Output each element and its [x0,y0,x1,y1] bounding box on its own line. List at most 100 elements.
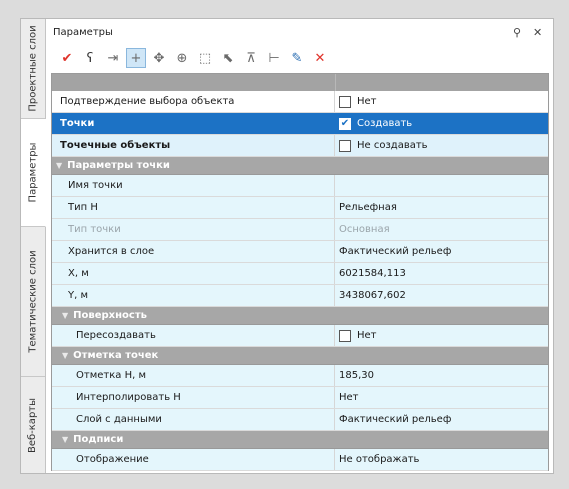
row-label-text: Отметка Н, м [76,370,146,381]
property-row[interactable]: Отметка Н, м 185,30 [52,365,548,387]
category-row[interactable]: ▼ Отметка точек [52,347,548,365]
property-row[interactable]: Хранится в слое Фактический рельеф [52,241,548,263]
value-text: Не создавать [357,140,428,151]
property-label: Пересоздавать [52,325,335,346]
property-label: X, м [52,263,335,284]
property-label: Отображение [52,449,335,470]
property-row[interactable]: Точечные объекты Не создавать [52,135,548,157]
property-row[interactable]: Тип Н Рельефная [52,197,548,219]
tab-parameters[interactable]: Параметры [21,119,46,227]
row-label-text: Интерполировать Н [76,392,181,403]
collapse-caret-icon[interactable]: ▼ [56,161,62,170]
checkbox[interactable] [339,139,351,152]
checked-checkbox[interactable]: ✔ [339,117,351,130]
align-icon[interactable]: ⊼ [241,48,261,68]
property-label: Имя точки [52,175,335,196]
property-value[interactable]: Нет [335,325,548,346]
property-grid-header [52,74,548,91]
row-label-text: Подписи [73,434,124,445]
accept-icon[interactable]: ✔ [57,48,77,68]
property-value[interactable]: Нет [335,91,548,112]
category-label: ▼ Поверхность [52,307,548,324]
property-row[interactable]: Y, м 3438067,602 [52,285,548,307]
checkbox[interactable] [339,329,351,342]
property-value[interactable]: ✔ Создавать [335,113,548,134]
row-label-text: Имя точки [68,180,123,191]
parameters-panel: Параметры ⚲ ✕ ✔ ʕ ⇥ + ✥ ⊕ ⬚ ⬉ ⊼ ⊢ ✎ ✕ Подтверждение… [51,19,549,473]
row-label-text: Подтверждение выбора объекта [60,96,235,107]
property-value[interactable]: 3438067,602 [335,285,548,306]
lasso-select-icon[interactable]: ʕ [80,48,100,68]
category-row[interactable]: ▼ Параметры точки [52,157,548,175]
value-text: 6021584,113 [339,268,406,279]
value-text: Нет [339,392,359,403]
property-value[interactable]: Фактический рельеф [335,409,548,430]
header-name-column [52,74,336,91]
value-text: Фактический рельеф [339,246,452,257]
row-label-text: Отображение [76,454,149,465]
category-label: ▼ Отметка точек [52,347,548,364]
checkbox[interactable] [339,95,351,108]
collapse-caret-icon[interactable]: ▼ [62,311,68,320]
property-row[interactable]: Слой с данными Фактический рельеф [52,409,548,431]
property-grid: Подтверждение выбора объекта Нет Точки ✔ Соз… [51,73,549,471]
property-label: Точки [52,113,335,134]
property-rows: Подтверждение выбора объекта Нет Точки ✔ Соз… [52,91,548,471]
property-row[interactable]: X, м 6021584,113 [52,263,548,285]
collapse-caret-icon[interactable]: ▼ [62,435,68,444]
row-label-text: Тип Н [68,202,98,213]
select-to-end-icon[interactable]: ⇥ [103,48,123,68]
property-row[interactable]: Пересоздавать Нет [52,325,548,347]
property-value[interactable]: Нет [335,387,548,408]
measure-icon[interactable]: ⊢ [264,48,284,68]
property-row[interactable]: Точки ✔ Создавать [52,113,548,135]
snap-point-icon[interactable]: ⊕ [172,48,192,68]
row-label-text: Отметка точек [73,350,159,361]
select-objects-icon[interactable]: ⬚ [195,48,215,68]
value-text: Нет [357,96,377,107]
property-label: Тип точки [52,219,335,240]
property-label: Y, м [52,285,335,306]
property-row[interactable]: Тип точки Основная [52,219,548,241]
move-point-icon[interactable]: ✥ [149,48,169,68]
delete-icon[interactable]: ✕ [310,48,330,68]
tab-thematic-layers[interactable]: Тематические слои [21,227,45,377]
panel-titlebar: Параметры ⚲ ✕ [51,23,549,43]
side-tab-bar: Проектные слои Параметры Тематические сл… [21,19,46,473]
collapse-caret-icon[interactable]: ▼ [62,351,68,360]
value-text: Не отображать [339,454,420,465]
property-value[interactable] [335,175,548,196]
category-row[interactable]: ▼ Поверхность [52,307,548,325]
select-filter-icon[interactable]: ⬉ [218,48,238,68]
property-row[interactable]: Интерполировать Н Нет [52,387,548,409]
property-value[interactable]: Рельефная [335,197,548,218]
value-text: Основная [339,224,390,235]
value-text: Нет [357,330,377,341]
property-label: Интерполировать Н [52,387,335,408]
pin-icon[interactable]: ⚲ [513,26,521,39]
property-value[interactable]: 185,30 [335,365,548,386]
property-row[interactable]: Отображение Не отображать [52,449,548,471]
row-label-text: Поверхность [73,310,147,321]
row-label-text: X, м [68,268,89,279]
toolbar: ✔ ʕ ⇥ + ✥ ⊕ ⬚ ⬉ ⊼ ⊢ ✎ ✕ [51,47,549,69]
value-text: Рельефная [339,202,397,213]
tab-web-maps[interactable]: Веб-карты [21,377,45,473]
row-label-text: Хранится в слое [68,246,155,257]
property-value[interactable]: Основная [335,219,548,240]
row-label-text: Пересоздавать [76,330,156,341]
panel-title: Параметры [53,27,113,38]
close-icon[interactable]: ✕ [533,26,542,39]
property-value[interactable]: Не создавать [335,135,548,156]
category-row[interactable]: ▼ Подписи [52,431,548,449]
value-text: 3438067,602 [339,290,406,301]
property-row[interactable]: Имя точки [52,175,548,197]
add-point-icon[interactable]: + [126,48,146,68]
property-value[interactable]: Не отображать [335,449,548,470]
pick-style-icon[interactable]: ✎ [287,48,307,68]
property-value[interactable]: 6021584,113 [335,263,548,284]
property-label: Хранится в слое [52,241,335,262]
property-value[interactable]: Фактический рельеф [335,241,548,262]
tab-project-layers[interactable]: Проектные слои [21,19,45,119]
property-row[interactable]: Подтверждение выбора объекта Нет [52,91,548,113]
